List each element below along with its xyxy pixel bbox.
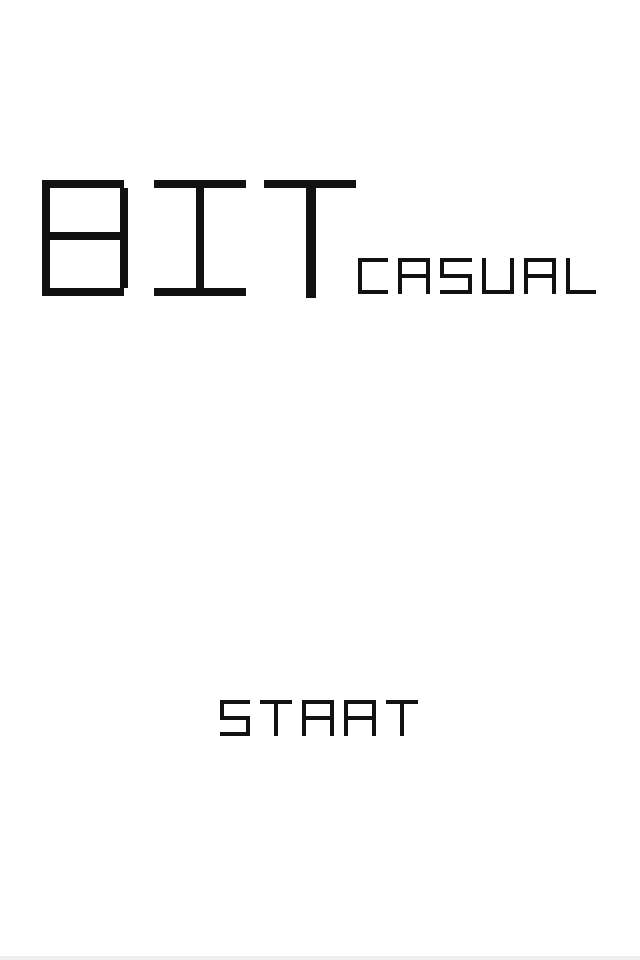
logo-lettering <box>42 180 596 298</box>
start-lettering <box>220 700 418 736</box>
game-logo: BIT CASUAL <box>38 178 604 302</box>
start-button[interactable]: START <box>214 694 426 744</box>
title-screen: BIT CASUAL <box>0 0 640 960</box>
bottom-divider <box>0 956 640 960</box>
